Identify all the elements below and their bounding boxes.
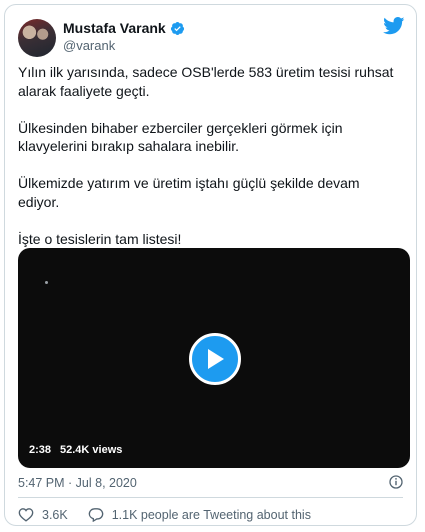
tweet-text: Yılın ilk yarısında, sadece OSB'lerde 58… [18, 63, 410, 267]
verified-badge-icon [170, 21, 185, 36]
tweet-paragraph: Ülkemizde yatırım ve üretim iştahı güçlü… [18, 175, 360, 210]
author-display-name[interactable]: Mustafa Varank [63, 20, 166, 36]
avatar[interactable] [18, 19, 56, 57]
like-button[interactable]: 3.6K [18, 507, 68, 522]
video-duration: 2:38 [29, 444, 52, 456]
twitter-bird-icon[interactable] [383, 17, 405, 35]
comment-summary: 1.1K people are Tweeting about this [111, 507, 311, 522]
video-frame-speck [45, 281, 48, 284]
divider [18, 497, 403, 498]
video-player[interactable]: 2:38 52.4K views [18, 248, 410, 468]
play-icon [208, 349, 224, 369]
tweet-paragraph: Yılın ilk yarısında, sadece OSB'lerde 58… [18, 64, 394, 99]
tweet-actions: 3.6K 1.1K people are Tweeting about this [18, 507, 311, 522]
play-button[interactable] [189, 333, 241, 385]
heart-icon [18, 508, 34, 522]
tweet-paragraph: İşte o tesislerin tam listesi! [18, 230, 182, 247]
like-count: 3.6K [42, 507, 68, 522]
comment-button[interactable]: 1.1K people are Tweeting about this [88, 507, 311, 522]
tweet-card[interactable]: Mustafa Varank @varank Yılın ilk yarısın… [4, 4, 417, 526]
tweet-paragraph: Ülkesinden bihaber ezberciler gerçekleri… [18, 119, 343, 155]
speech-bubble-icon [88, 508, 104, 522]
video-view-count: 52.4K views [60, 444, 123, 456]
author-name-row[interactable]: Mustafa Varank [63, 20, 185, 36]
tweet-timestamp[interactable]: 5:47 PM · Jul 8, 2020 [18, 476, 137, 490]
author-handle[interactable]: @varank [63, 38, 115, 53]
info-icon[interactable] [389, 475, 403, 489]
